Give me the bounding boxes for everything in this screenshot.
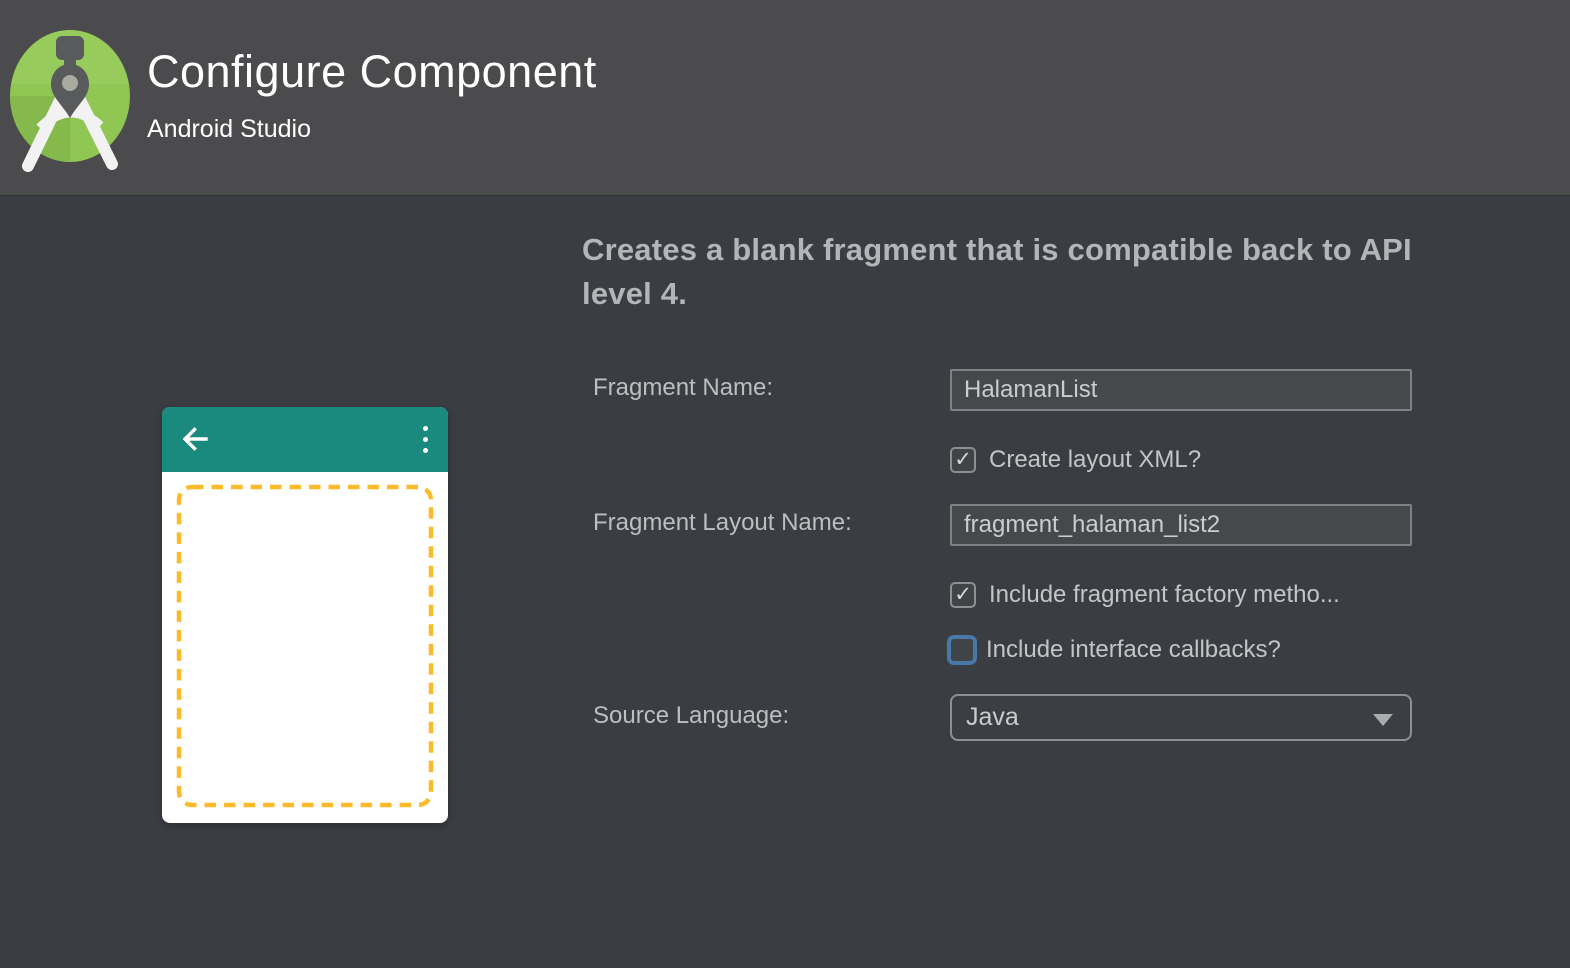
fragment-preview-card: [162, 407, 448, 823]
include-factory-methods-label: Include fragment factory metho...: [989, 581, 1340, 609]
page-title: Configure Component: [147, 46, 597, 98]
fragment-layout-name-input[interactable]: [950, 504, 1412, 546]
create-layout-xml-row[interactable]: ✓ Create layout XML?: [950, 446, 1201, 474]
fragment-name-input[interactable]: [950, 369, 1412, 411]
template-description: Creates a blank fragment that is compati…: [582, 228, 1412, 316]
preview-content-area: [162, 472, 448, 823]
include-interface-callbacks-checkbox[interactable]: [947, 635, 977, 665]
checkmark-icon: ✓: [954, 449, 972, 470]
fragment-name-label: Fragment Name:: [593, 373, 773, 403]
create-layout-xml-label: Create layout XML?: [989, 446, 1201, 474]
dashed-placeholder-border: [162, 472, 448, 823]
create-layout-xml-checkbox[interactable]: ✓: [950, 447, 976, 473]
source-language-value: Java: [966, 703, 1019, 732]
back-arrow-icon: [181, 425, 209, 453]
overflow-menu-icon: [422, 426, 428, 453]
source-language-dropdown[interactable]: Java: [950, 694, 1412, 741]
dialog-header: Configure Component Android Studio: [0, 0, 1570, 196]
source-language-label: Source Language:: [593, 701, 789, 731]
fragment-layout-name-label: Fragment Layout Name:: [593, 508, 852, 538]
include-interface-callbacks-label: Include interface callbacks?: [986, 636, 1281, 664]
checkmark-icon: ✓: [954, 584, 972, 605]
include-factory-methods-row[interactable]: ✓ Include fragment factory metho...: [950, 581, 1340, 609]
page-subtitle: Android Studio: [147, 115, 311, 144]
preview-toolbar: [162, 407, 448, 472]
include-factory-methods-checkbox[interactable]: ✓: [950, 582, 976, 608]
chevron-down-icon: [1373, 714, 1393, 726]
include-interface-callbacks-row[interactable]: Include interface callbacks?: [947, 635, 1281, 665]
android-studio-logo-icon: [8, 24, 136, 172]
